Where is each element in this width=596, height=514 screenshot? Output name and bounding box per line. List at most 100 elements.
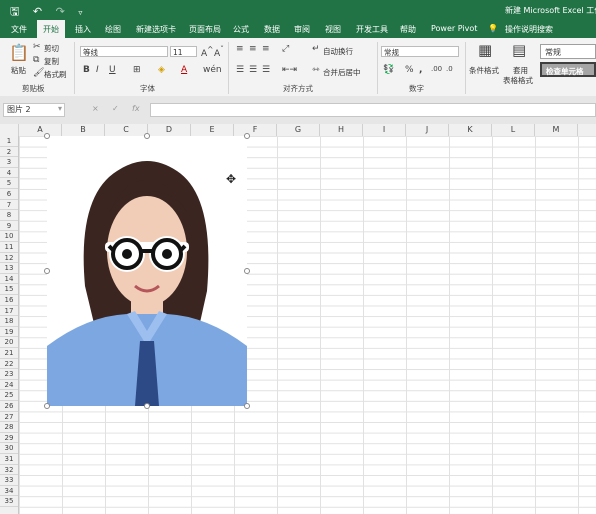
resize-handle-bottom-right[interactable] bbox=[244, 403, 250, 409]
formula-input[interactable] bbox=[150, 103, 596, 117]
row-header[interactable]: 17 bbox=[0, 306, 18, 317]
border-icon[interactable]: ⊞ bbox=[133, 65, 141, 75]
italic-button[interactable]: I bbox=[96, 65, 99, 75]
style-check-cell[interactable]: 检查单元格 bbox=[540, 62, 596, 77]
format-table-icon[interactable]: ▤ bbox=[512, 41, 526, 59]
row-header[interactable]: 19 bbox=[0, 327, 18, 338]
selected-picture[interactable] bbox=[47, 136, 247, 406]
tell-me-search[interactable]: 操作说明搜索 bbox=[505, 24, 553, 35]
tab-power-pivot[interactable]: Power Pivot bbox=[431, 24, 477, 33]
paste-button[interactable]: 粘贴 bbox=[11, 65, 26, 76]
column-header[interactable]: B bbox=[62, 124, 105, 136]
conditional-format-icon[interactable]: ▦ bbox=[478, 41, 492, 59]
row-header[interactable]: 32 bbox=[0, 465, 18, 476]
row-header[interactable]: 3 bbox=[0, 157, 18, 168]
column-header[interactable]: I bbox=[363, 124, 406, 136]
tab-draw[interactable]: 绘图 bbox=[105, 24, 121, 35]
row-header[interactable]: 33 bbox=[0, 475, 18, 486]
column-header[interactable]: E bbox=[191, 124, 234, 136]
row-header[interactable]: 2 bbox=[0, 147, 18, 158]
tab-file[interactable]: 文件 bbox=[11, 24, 27, 35]
copy-button[interactable]: 复制 bbox=[44, 56, 59, 67]
row-header[interactable]: 16 bbox=[0, 295, 18, 306]
row-header[interactable]: 4 bbox=[0, 168, 18, 179]
row-header[interactable]: 12 bbox=[0, 253, 18, 264]
row-header[interactable]: 13 bbox=[0, 263, 18, 274]
align-right-icon[interactable]: ☰ bbox=[262, 65, 270, 75]
resize-handle-right[interactable] bbox=[244, 268, 250, 274]
row-header[interactable]: 34 bbox=[0, 486, 18, 497]
align-left-icon[interactable]: ☰ bbox=[236, 65, 244, 75]
save-icon[interactable]: 🖫 bbox=[10, 5, 19, 18]
column-header[interactable]: L bbox=[492, 124, 535, 136]
row-header[interactable]: 5 bbox=[0, 178, 18, 189]
tab-view[interactable]: 视图 bbox=[325, 24, 341, 35]
column-header[interactable]: D bbox=[148, 124, 191, 136]
column-header[interactable]: K bbox=[449, 124, 492, 136]
column-header[interactable]: H bbox=[320, 124, 363, 136]
font-name-select[interactable]: 等线 bbox=[80, 46, 168, 57]
align-center-icon[interactable]: ☰ bbox=[249, 65, 257, 75]
phonetic-icon[interactable]: wén bbox=[203, 65, 222, 75]
row-header[interactable]: 30 bbox=[0, 443, 18, 454]
row-header[interactable]: 8 bbox=[0, 210, 18, 221]
paste-icon[interactable]: 📋 bbox=[9, 43, 29, 62]
shrink-font-icon[interactable]: Aˇ bbox=[214, 45, 224, 59]
comma-button[interactable]: , bbox=[419, 65, 422, 75]
merge-center-button[interactable]: 合并后居中 bbox=[323, 67, 361, 78]
tab-new[interactable]: 新建选项卡 bbox=[136, 24, 176, 35]
cut-button[interactable]: 剪切 bbox=[44, 43, 59, 54]
tab-developer[interactable]: 开发工具 bbox=[356, 24, 388, 35]
resize-handle-bottom-left[interactable] bbox=[44, 403, 50, 409]
tab-insert[interactable]: 插入 bbox=[75, 24, 91, 35]
row-header[interactable]: 25 bbox=[0, 390, 18, 401]
font-size-select[interactable]: 11 bbox=[170, 46, 197, 57]
row-header[interactable]: 29 bbox=[0, 433, 18, 444]
scissors-icon[interactable]: ✂ bbox=[33, 42, 41, 52]
row-header[interactable]: 31 bbox=[0, 454, 18, 465]
resize-handle-bottom[interactable] bbox=[144, 403, 150, 409]
format-table-button-line2[interactable]: 表格格式 bbox=[503, 75, 533, 86]
row-header[interactable]: 7 bbox=[0, 200, 18, 211]
format-painter-button[interactable]: 格式刷 bbox=[44, 69, 67, 80]
align-middle-icon[interactable]: ≡ bbox=[249, 44, 257, 54]
format-painter-icon[interactable]: 🖌 bbox=[33, 68, 44, 78]
row-header[interactable]: 24 bbox=[0, 380, 18, 391]
row-header[interactable]: 28 bbox=[0, 422, 18, 433]
conditional-format-button[interactable]: 条件格式 bbox=[469, 65, 499, 76]
row-header[interactable]: 15 bbox=[0, 284, 18, 295]
font-color-icon[interactable]: A bbox=[181, 65, 187, 75]
column-header[interactable]: F bbox=[234, 124, 277, 136]
underline-button[interactable]: U bbox=[109, 65, 116, 75]
resize-handle-left[interactable] bbox=[44, 268, 50, 274]
undo-icon[interactable]: ↶ bbox=[33, 5, 42, 18]
bold-button[interactable]: B bbox=[83, 65, 90, 75]
column-header[interactable]: C bbox=[105, 124, 148, 136]
customize-qat-icon[interactable]: ▿ bbox=[78, 8, 82, 17]
insert-function-icon[interactable]: fx bbox=[132, 104, 140, 113]
merge-icon[interactable]: ⇿ bbox=[312, 65, 320, 75]
row-header[interactable]: 11 bbox=[0, 242, 18, 253]
column-header[interactable]: J bbox=[406, 124, 449, 136]
row-header[interactable]: 23 bbox=[0, 369, 18, 380]
tab-review[interactable]: 审阅 bbox=[294, 24, 310, 35]
lightbulb-icon[interactable]: 💡 bbox=[488, 24, 498, 33]
align-top-icon[interactable]: ≡ bbox=[236, 44, 244, 54]
wrap-text-button[interactable]: 自动换行 bbox=[323, 46, 353, 57]
name-box-dropdown-icon[interactable]: ▾ bbox=[58, 104, 62, 113]
tab-home[interactable]: 开始 bbox=[37, 20, 65, 38]
row-header[interactable]: 14 bbox=[0, 274, 18, 285]
column-header[interactable]: G bbox=[277, 124, 320, 136]
row-header[interactable]: 21 bbox=[0, 348, 18, 359]
row-header[interactable]: 27 bbox=[0, 412, 18, 423]
copy-icon[interactable]: ⧉ bbox=[33, 55, 39, 65]
resize-handle-top[interactable] bbox=[144, 133, 150, 139]
number-format-select[interactable]: 常规 bbox=[381, 46, 459, 57]
row-header[interactable]: 22 bbox=[0, 359, 18, 370]
wrap-text-icon[interactable]: ↵ bbox=[312, 44, 320, 54]
increase-decimal-icon[interactable]: .00 bbox=[431, 65, 442, 73]
orientation-icon[interactable]: ⤢ bbox=[282, 44, 289, 54]
column-header[interactable]: A bbox=[19, 124, 62, 136]
percent-button[interactable]: % bbox=[405, 65, 414, 75]
row-header[interactable]: 26 bbox=[0, 401, 18, 412]
